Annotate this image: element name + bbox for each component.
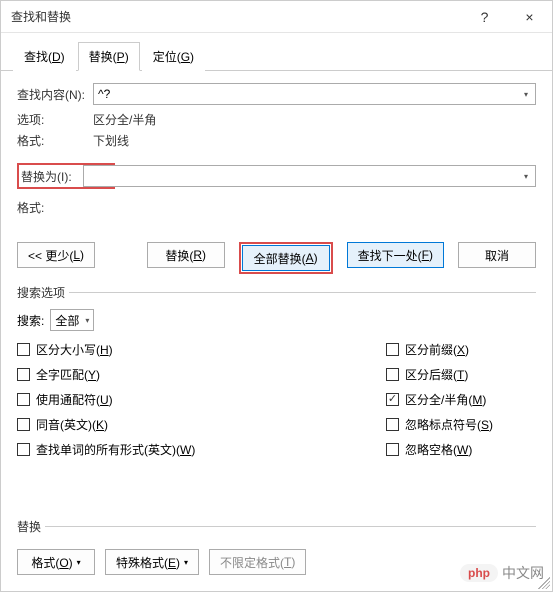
checkbox-option[interactable]: 使用通配符(U) bbox=[17, 391, 386, 408]
titlebar-buttons: ? × bbox=[462, 1, 552, 32]
checkbox-option[interactable]: 区分大小写(H) bbox=[17, 341, 386, 358]
close-button[interactable]: × bbox=[507, 1, 552, 32]
replace-button[interactable]: 替换(R) bbox=[147, 242, 225, 268]
dialog-title: 查找和替换 bbox=[11, 8, 462, 25]
checkbox-option[interactable]: 同音(英文)(K) bbox=[17, 416, 386, 433]
checkbox-option[interactable]: 忽略标点符号(S) bbox=[386, 416, 536, 433]
checkbox-label: 查找单词的所有形式(英文)(W) bbox=[36, 441, 195, 458]
find-options-label: 选项: bbox=[17, 111, 93, 128]
search-direction-row: 搜索: 全部 ▾ bbox=[17, 309, 536, 331]
find-format-label: 格式: bbox=[17, 132, 93, 149]
checkbox-icon bbox=[386, 443, 399, 456]
replace-format-legend: 替换 bbox=[17, 518, 45, 535]
find-replace-dialog: 查找和替换 ? × 查找(D) 替换(P) 定位(G) 查找内容(N): ▾ 选… bbox=[0, 0, 553, 592]
checkbox-option[interactable]: 区分全/半角(M) bbox=[386, 391, 536, 408]
tab-goto[interactable]: 定位(G) bbox=[142, 42, 205, 71]
tab-replace[interactable]: 替换(P) bbox=[78, 42, 140, 71]
tab-find[interactable]: 查找(D) bbox=[13, 42, 76, 71]
checkbox-option[interactable]: 区分前缀(X) bbox=[386, 341, 536, 358]
find-label: 查找内容(N): bbox=[17, 86, 93, 103]
checkbox-icon bbox=[17, 443, 30, 456]
replace-format-row: 格式: bbox=[17, 199, 536, 216]
watermark: php 中文网 bbox=[460, 563, 544, 583]
find-input-wrap: ▾ bbox=[93, 83, 536, 105]
find-format-row: 格式: 下划线 bbox=[17, 132, 536, 149]
checkbox-label: 区分前缀(X) bbox=[405, 341, 469, 358]
checkbox-icon bbox=[386, 393, 399, 406]
replace-all-button[interactable]: 全部替换(A) bbox=[242, 245, 330, 271]
help-button[interactable]: ? bbox=[462, 1, 507, 32]
checkbox-label: 区分大小写(H) bbox=[36, 341, 113, 358]
checkbox-label: 全字匹配(Y) bbox=[36, 366, 100, 383]
content-area: 查找内容(N): ▾ 选项: 区分全/半角 格式: 下划线 替换为(I): | bbox=[1, 71, 552, 591]
checkbox-label: 忽略空格(W) bbox=[405, 441, 472, 458]
cancel-button[interactable]: 取消 bbox=[458, 242, 536, 268]
checkbox-label: 同音(英文)(K) bbox=[36, 416, 108, 433]
special-format-button[interactable]: 特殊格式(E)▾ bbox=[105, 549, 199, 575]
checkbox-option[interactable]: 全字匹配(Y) bbox=[17, 366, 386, 383]
checkbox-icon bbox=[17, 418, 30, 431]
no-format-button[interactable]: 不限定格式(T) bbox=[209, 549, 306, 575]
titlebar: 查找和替换 ? × bbox=[1, 1, 552, 33]
checkbox-label: 忽略标点符号(S) bbox=[405, 416, 493, 433]
chevron-down-icon: ▾ bbox=[77, 558, 81, 567]
format-button[interactable]: 格式(O)▾ bbox=[17, 549, 95, 575]
search-options-fieldset: 搜索选项 搜索: 全部 ▾ 区分大小写(H) 全字匹配(Y) 使用通配符(U) 同音(… bbox=[17, 284, 536, 458]
checkbox-label: 区分全/半角(M) bbox=[405, 391, 486, 408]
format-buttons-row: 格式(O)▾ 特殊格式(E)▾ 不限定格式(T) bbox=[17, 549, 536, 575]
checkbox-icon bbox=[386, 368, 399, 381]
chevron-down-icon: ▾ bbox=[184, 558, 188, 567]
replace-input-wrap: ▾ bbox=[83, 165, 536, 187]
replace-format-fieldset: 替换 格式(O)▾ 特殊格式(E)▾ 不限定格式(T) bbox=[17, 518, 536, 575]
find-row: 查找内容(N): ▾ bbox=[17, 83, 536, 105]
find-format-value: 下划线 bbox=[93, 132, 129, 149]
checkbox-option[interactable]: 查找单词的所有形式(英文)(W) bbox=[17, 441, 386, 458]
checkbox-label: 区分后缀(T) bbox=[405, 366, 468, 383]
tab-bar: 查找(D) 替换(P) 定位(G) bbox=[1, 33, 552, 71]
checkboxes-right: 区分前缀(X) 区分后缀(T) 区分全/半角(M) 忽略标点符号(S) 忽略空格(W) bbox=[386, 341, 536, 458]
checkbox-icon bbox=[386, 418, 399, 431]
search-direction-label: 搜索: bbox=[17, 312, 44, 329]
action-buttons-row: << 更少(L) 替换(R) 全部替换(A) 查找下一处(F) 取消 bbox=[17, 242, 536, 274]
find-dropdown-icon[interactable]: ▾ bbox=[517, 84, 535, 104]
watermark-badge: php bbox=[460, 564, 498, 582]
find-next-button[interactable]: 查找下一处(F) bbox=[347, 242, 444, 268]
replace-dropdown-icon[interactable]: ▾ bbox=[517, 166, 535, 186]
checkbox-icon bbox=[17, 368, 30, 381]
checkboxes-area: 区分大小写(H) 全字匹配(Y) 使用通配符(U) 同音(英文)(K) 查找单词的所有形… bbox=[17, 341, 536, 458]
chevron-down-icon: ▾ bbox=[85, 316, 89, 325]
resize-grip[interactable] bbox=[538, 577, 550, 589]
search-direction-value: 全部 bbox=[55, 312, 79, 329]
checkbox-icon bbox=[17, 393, 30, 406]
checkbox-icon bbox=[17, 343, 30, 356]
checkboxes-left: 区分大小写(H) 全字匹配(Y) 使用通配符(U) 同音(英文)(K) 查找单词的所有形… bbox=[17, 341, 386, 458]
checkbox-label: 使用通配符(U) bbox=[36, 391, 113, 408]
checkbox-icon bbox=[386, 343, 399, 356]
checkbox-option[interactable]: 忽略空格(W) bbox=[386, 441, 536, 458]
find-options-row: 选项: 区分全/半角 bbox=[17, 111, 536, 128]
checkbox-option[interactable]: 区分后缀(T) bbox=[386, 366, 536, 383]
replace-row: 替换为(I): | ▾ bbox=[17, 163, 536, 189]
replace-format-label: 格式: bbox=[17, 199, 93, 216]
replace-input[interactable] bbox=[83, 165, 536, 187]
find-input[interactable] bbox=[93, 83, 536, 105]
find-options-value: 区分全/半角 bbox=[93, 111, 156, 128]
search-options-legend: 搜索选项 bbox=[17, 284, 69, 301]
less-button[interactable]: << 更少(L) bbox=[17, 242, 95, 268]
replace-label: 替换为(I): bbox=[21, 168, 81, 185]
search-direction-select[interactable]: 全部 ▾ bbox=[50, 309, 94, 331]
